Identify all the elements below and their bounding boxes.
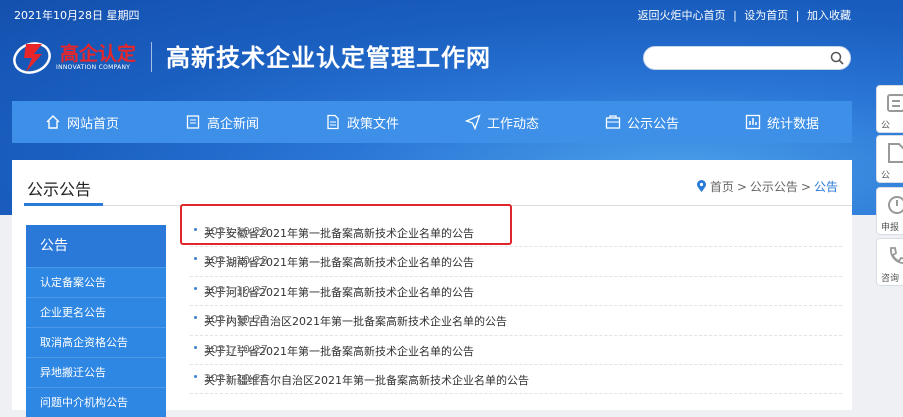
item-date: 2021-10-26 [204,371,268,385]
send-icon [464,114,481,130]
site-logo[interactable]: 高企认定 INNOVATION COMPANY [12,36,147,78]
news-icon [186,115,200,129]
sidebar-header: 公告 [26,225,166,267]
current-date: 2021年10月28日 星期四 [14,9,140,22]
home-icon [46,115,60,129]
bullet-icon [194,345,197,349]
float-apply-button[interactable]: 申报 [876,187,903,235]
separator: | [733,9,737,22]
link-add-favorite[interactable]: 加入收藏 [807,9,851,22]
list-item[interactable]: 关于内蒙古自治区2021年第一批备案高新技术企业名单的公告 2021-10-27 [190,306,842,336]
nav-stats[interactable]: 统计数据 [712,101,852,143]
nav-label: 网站首页 [66,116,119,132]
title-divider [151,42,152,72]
nav-label: 统计数据 [766,116,819,132]
nav-home[interactable]: 网站首页 [12,101,152,143]
breadcrumb-home[interactable]: 首页 [710,178,734,195]
list-item[interactable]: 关于河北省2021年第一批备案高新技术企业名单的公告 2021-10-27 [190,277,842,307]
bullet-icon [194,316,197,320]
bullet-icon [194,374,197,378]
item-date: 2021-10-27 [204,283,268,297]
logo-emblem-icon [13,42,51,74]
sidebar-item-agency[interactable]: 问题中介机构公告 [26,387,166,417]
main-content: 公示公告 首页 > 公示公告 > 公告 公告 认定备案公告 企业更名公告 取消高… [12,160,852,417]
notice-icon [887,94,903,112]
nav-news[interactable]: 高企新闻 [152,101,292,143]
section-underline-accent [24,203,103,206]
breadcrumb-separator: > [736,179,747,194]
item-date: 2021-10-27 [204,342,268,356]
sidebar-item-rename[interactable]: 企业更名公告 [26,297,166,327]
logo-subtext: INNOVATION COMPANY [56,64,131,71]
link-set-homepage[interactable]: 设为首页 [744,9,788,22]
site-title: 高新技术企业认定管理工作网 [166,44,491,72]
top-bar: 2021年10月28日 星期四 返回火炬中心首页 | 设为首页 | 加入收藏 [0,0,903,26]
apply-icon [888,196,903,214]
float-label: 公 [881,171,891,181]
separator: | [795,9,800,22]
nav-label: 政策文件 [346,116,399,132]
float-label: 申报 [881,223,900,233]
float-notice-button[interactable]: 公 [876,85,903,133]
nav-policy[interactable]: 政策文件 [292,101,432,143]
bullet-icon [194,286,197,290]
float-label: 公 [881,121,891,131]
item-date: 2021-10-27 [204,313,268,327]
doc-icon [888,143,903,163]
bulletin-icon [605,115,621,129]
nav-label: 工作动态 [486,116,539,132]
highlight-box [180,204,512,245]
sidebar-item-relocate[interactable]: 异地搬迁公告 [26,357,166,387]
nav-label: 高企新闻 [206,116,259,132]
float-consult-button[interactable]: 咨询 [876,238,903,286]
bullet-icon [194,257,197,261]
sidebar-item-cancel[interactable]: 取消高企资格公告 [26,327,166,357]
top-links: 返回火炬中心首页 | 设为首页 | 加入收藏 [638,7,851,23]
section-title: 公示公告 [27,180,92,199]
logo-text: 高企认定 [60,43,137,65]
nav-label: 公示公告 [626,116,679,132]
float-doc-button[interactable]: 公 [876,135,903,183]
float-label: 咨询 [881,274,900,284]
list-item[interactable]: 关于新疆维吾尔自治区2021年第一批备案高新技术企业名单的公告 2021-10-2… [190,365,842,395]
breadcrumb-bulletin[interactable]: 公示公告 [750,178,798,195]
list-item[interactable]: 关于辽宁省2021年第一批备案高新技术企业名单的公告 2021-10-27 [190,336,842,365]
main-nav: 网站首页 高企新闻 政策文件 工作动态 公示公告 统计数据 [12,101,852,143]
breadcrumb-separator: > [800,179,811,194]
breadcrumb: 首页 > 公示公告 > 公告 [696,178,838,195]
search-icon[interactable] [830,51,844,65]
item-date: 2021-10-28 [204,254,268,268]
sidebar-item-record[interactable]: 认定备案公告 [26,267,166,297]
phone-icon [890,247,903,264]
list-item[interactable]: 关于湖南省2021年第一批备案高新技术企业名单的公告 2021-10-28 [190,247,842,277]
nav-work[interactable]: 工作动态 [432,101,572,143]
link-torch-home[interactable]: 返回火炬中心首页 [638,9,726,22]
nav-bulletin[interactable]: 公示公告 [572,101,712,143]
breadcrumb-current: 公告 [813,180,838,194]
category-sidebar: 公告 认定备案公告 企业更名公告 取消高企资格公告 异地搬迁公告 问题中介机构公… [26,225,166,417]
search-box[interactable] [643,46,851,70]
chart-icon [745,114,761,130]
location-pin-icon [696,180,706,192]
document-icon [327,114,339,130]
